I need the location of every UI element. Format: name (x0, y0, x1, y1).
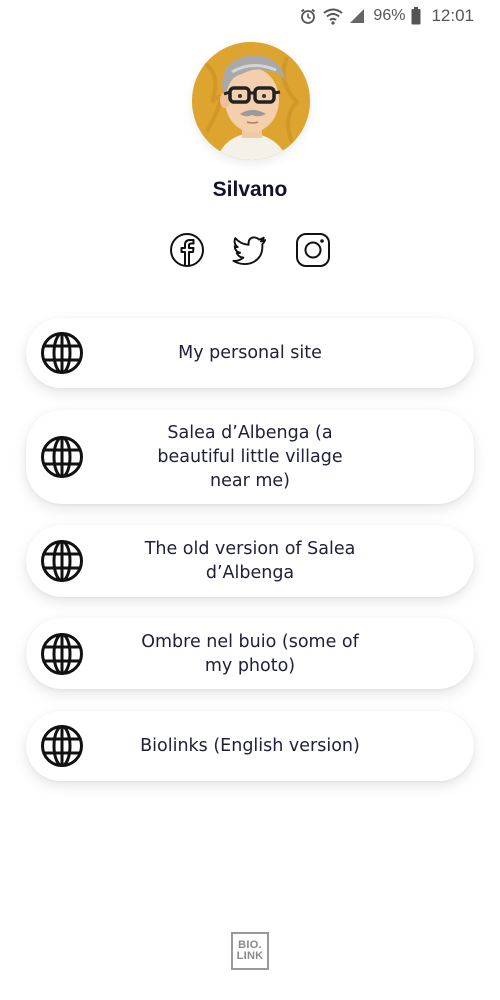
avatar (192, 42, 310, 160)
profile-name: Silvano (212, 178, 288, 201)
link-card[interactable]: My personal site (26, 318, 474, 388)
alarm-icon (299, 7, 317, 25)
facebook-icon[interactable] (169, 232, 205, 268)
clock: 12:01 (431, 6, 474, 25)
instagram-icon[interactable] (295, 232, 331, 268)
wifi-icon (323, 7, 344, 25)
biolink-logo[interactable]: BIO. LINK (231, 932, 269, 970)
globe-icon (41, 632, 83, 675)
globe-icon (41, 436, 83, 478)
social-links (0, 232, 500, 268)
link-card[interactable]: The old version of Salea d’Albenga (26, 525, 474, 597)
link-card[interactable]: Ombre nel buio (some of my photo) (26, 618, 474, 689)
link-label: The old version of Salea d’Albenga (144, 539, 356, 583)
twitter-icon[interactable] (232, 232, 268, 268)
link-card[interactable]: Biolinks (English version) (26, 711, 474, 781)
globe-icon (41, 540, 83, 582)
link-label: Ombre nel buio (some of my photo) (141, 631, 359, 676)
battery-percent: 96% (373, 7, 406, 24)
status-bar: 96% 12:01 (0, 0, 500, 32)
signal-icon (349, 8, 365, 24)
logo-line-2: LINK (236, 950, 264, 962)
link-label: My personal site (178, 343, 322, 363)
link-label: Salea d’Albenga (a beautiful little vill… (157, 423, 343, 491)
link-label: Biolinks (English version) (140, 736, 360, 756)
globe-icon (41, 332, 83, 374)
globe-icon (41, 725, 83, 767)
battery-icon (411, 7, 421, 25)
link-card[interactable]: Salea d’Albenga (a beautiful little vill… (26, 410, 474, 504)
